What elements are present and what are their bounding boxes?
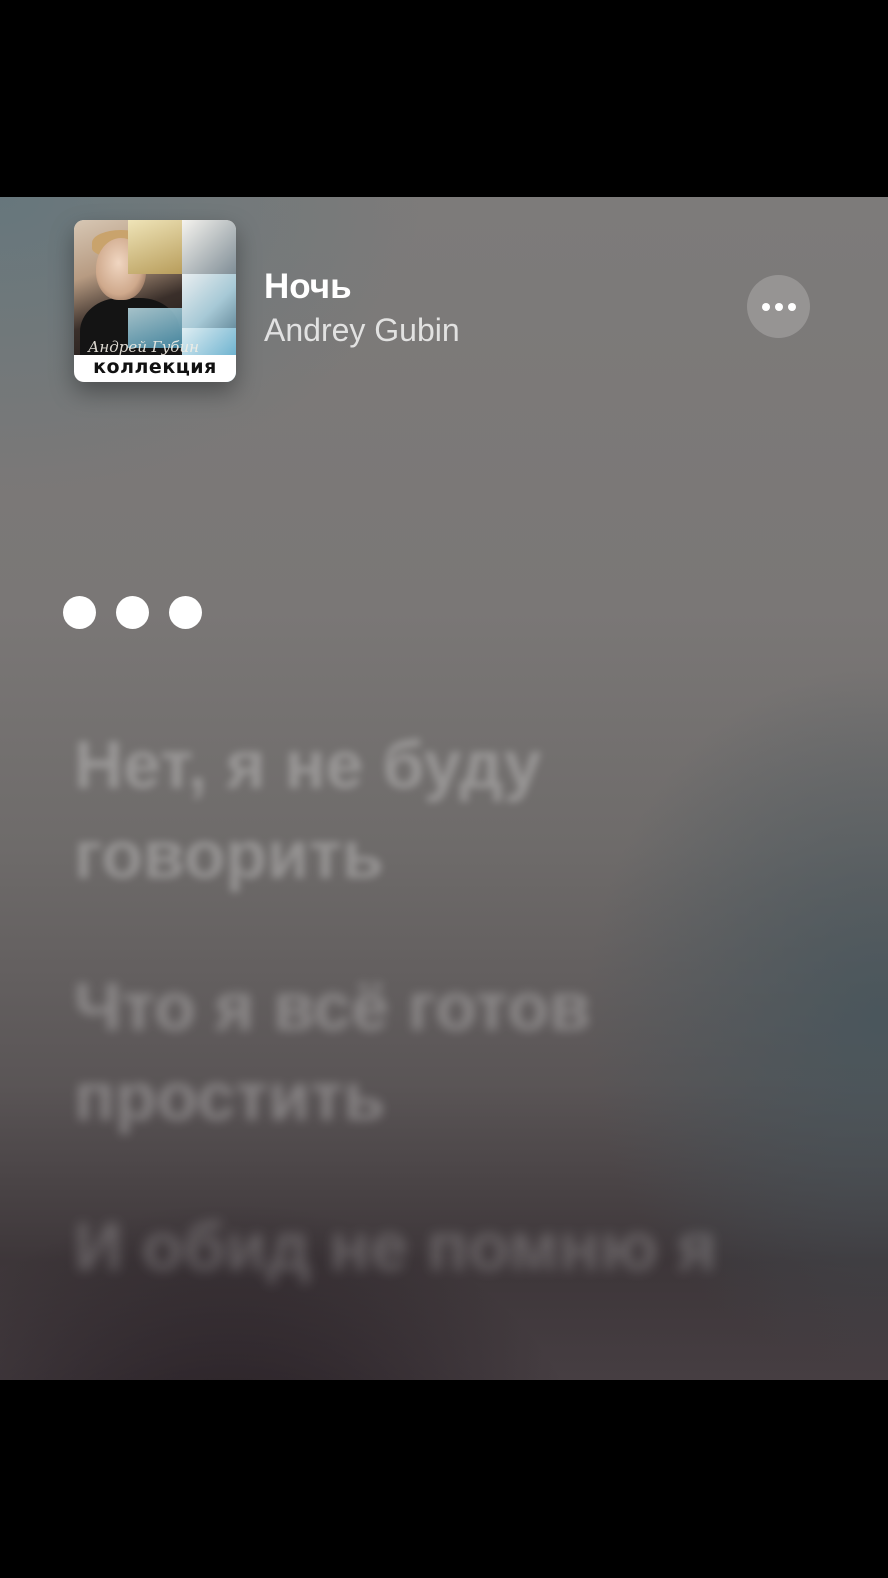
bottom-black-bar <box>0 1380 888 1578</box>
album-artwork[interactable]: Андрей Губин коллекция <box>74 220 236 382</box>
lyric-line[interactable]: Нет, я не буду говорить <box>74 720 794 900</box>
song-artist[interactable]: Andrey Gubin <box>264 312 460 349</box>
artwork-signature: Андрей Губин <box>88 338 199 356</box>
lyrics-screen: Андрей Губин коллекция Ночь Andrey Gubin… <box>0 197 888 1380</box>
lyric-line[interactable]: Что я всё готов простить <box>74 962 794 1142</box>
top-black-bar <box>0 0 888 197</box>
artwork-caption: коллекция <box>93 356 217 378</box>
lyric-line[interactable]: И обид не помню я <box>74 1202 794 1292</box>
ellipsis-dots-icon <box>63 596 202 629</box>
ellipsis-icon <box>761 302 796 311</box>
song-title[interactable]: Ночь <box>264 267 352 307</box>
more-options-button[interactable] <box>747 275 810 338</box>
